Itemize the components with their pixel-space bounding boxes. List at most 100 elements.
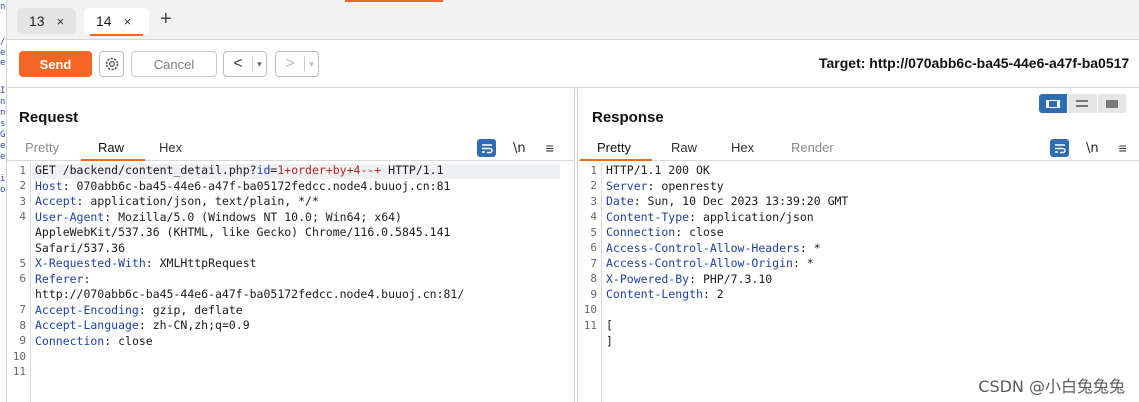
header-key: Content-Length xyxy=(606,287,703,301)
back-button[interactable]: < ▾ xyxy=(223,51,267,77)
header-key: Accept-Encoding xyxy=(35,302,139,317)
tab-pretty[interactable]: Pretty xyxy=(597,140,631,155)
single-view-button[interactable] xyxy=(1097,94,1126,113)
header-line: Connection: close xyxy=(35,334,153,350)
header-line: Accept: application/json, text/plain, */… xyxy=(35,194,319,210)
tab-render[interactable]: Render xyxy=(791,140,834,155)
line-number: 1 xyxy=(590,164,597,177)
tab-pretty[interactable]: Pretty xyxy=(25,140,59,155)
header-line: Content-Type: application/json xyxy=(606,210,814,226)
tab-hex[interactable]: Hex xyxy=(731,140,754,155)
adjacent-pane-edge: n / e e I n n s G e e i o xyxy=(0,0,7,402)
tab-13[interactable]: 13 × xyxy=(17,8,76,34)
active-tab-indicator xyxy=(90,34,143,36)
settings-button[interactable] xyxy=(99,51,124,77)
request-tab-bar: 13 × 14 × + xyxy=(7,0,1139,40)
header-value: : * xyxy=(799,240,821,255)
request-title: Request xyxy=(19,109,79,126)
line-number: 8 xyxy=(19,319,26,332)
header-line: X-Powered-By: PHP/7.3.10 xyxy=(606,272,772,288)
menu-icon[interactable]: ≡ xyxy=(1119,140,1127,156)
request-editor-tools: \n ≡ xyxy=(477,137,554,159)
horizontal-view-button[interactable] xyxy=(1068,94,1097,113)
status-line: HTTP/1.1 200 OK xyxy=(606,163,710,177)
header-value: : XMLHttpRequest xyxy=(145,256,257,270)
response-title: Response xyxy=(592,109,664,126)
gear-icon xyxy=(105,57,118,71)
header-line: Access-Control-Allow-Origin: * xyxy=(606,256,814,272)
header-key: Access-Control-Allow-Headers xyxy=(606,240,800,255)
request-path: GET /backend/content_detail.php? xyxy=(35,163,257,177)
header-line: Referer: xyxy=(35,272,90,288)
tab-14[interactable]: 14 × xyxy=(84,8,149,36)
line-number: 11 xyxy=(12,365,26,378)
header-key: Access-Control-Allow-Origin xyxy=(606,256,793,270)
header-value: : 2 xyxy=(702,287,724,301)
tab-label: 13 xyxy=(29,13,45,29)
header-value: : gzip, deflate xyxy=(138,302,243,317)
response-panel: Response Pretty Raw Hex Render \n ≡ 1 2 … xyxy=(577,89,1139,402)
header-key: User-Agent xyxy=(35,209,105,224)
header-continuation: AppleWebKit/537.36 (KHTML, like Gecko) C… xyxy=(35,225,451,239)
chevron-down-icon[interactable]: ▾ xyxy=(304,56,318,72)
request-editor[interactable]: 1 2 3 4 5 6 7 8 9 10 11 GET /backend/con… xyxy=(7,163,574,402)
wrap-lines-icon[interactable] xyxy=(477,139,496,157)
response-editor-tools: \n ≡ xyxy=(1050,137,1127,159)
menu-icon[interactable]: ≡ xyxy=(546,140,554,156)
header-line: Server: openresty xyxy=(606,179,724,195)
newline-icon[interactable]: \n xyxy=(1086,141,1099,156)
param-name: id xyxy=(256,163,271,177)
split-view-button[interactable] xyxy=(1039,94,1068,113)
request-panel: Request Pretty Raw Hex \n ≡ 1 2 3 4 5 6 … xyxy=(7,89,575,402)
single-view-icon xyxy=(1105,99,1118,108)
header-key: Accept xyxy=(35,194,77,208)
add-tab-icon[interactable]: + xyxy=(160,8,172,31)
header-key: Server xyxy=(606,178,648,193)
header-key: Connection xyxy=(606,225,676,239)
header-value: : zh-CN,zh;q=0.9 xyxy=(138,318,250,332)
header-value: : Sun, 10 Dec 2023 13:39:20 GMT xyxy=(633,194,849,208)
header-key: Host xyxy=(35,178,63,193)
wrap-lines-icon[interactable] xyxy=(1050,139,1069,157)
header-line: Date: Sun, 10 Dec 2023 13:39:20 GMT xyxy=(606,194,848,210)
forward-button[interactable]: > ▾ xyxy=(275,51,319,77)
cancel-button[interactable]: Cancel xyxy=(131,51,217,77)
line-number: 7 xyxy=(590,257,597,270)
header-value: : application/json xyxy=(689,209,814,224)
line-number: 10 xyxy=(583,303,597,316)
header-key: Accept-Language xyxy=(35,318,139,332)
active-tab-indicator xyxy=(81,159,145,161)
line-number: 9 xyxy=(590,288,597,301)
close-icon[interactable]: × xyxy=(124,14,132,29)
header-continuation: Safari/537.36 xyxy=(35,240,126,255)
response-editor[interactable]: 1 2 3 4 5 6 7 8 9 10 11 HTTP/1.1 200 OK … xyxy=(578,163,1139,402)
header-value: : close xyxy=(104,333,153,348)
body-close: ] xyxy=(606,333,613,348)
header-line: Accept-Language: zh-CN,zh;q=0.9 xyxy=(35,318,250,334)
response-view-tabs: Pretty Raw Hex Render \n ≡ xyxy=(578,137,1139,161)
newline-icon[interactable]: \n xyxy=(513,141,526,156)
send-button[interactable]: Send xyxy=(19,51,92,77)
header-value: : Mozilla/5.0 (Windows NT 10.0; Win64; x… xyxy=(104,209,402,224)
close-icon[interactable]: × xyxy=(57,14,65,29)
tab-raw[interactable]: Raw xyxy=(671,140,697,155)
chevron-down-icon[interactable]: ▾ xyxy=(252,56,266,72)
tab-hex[interactable]: Hex xyxy=(159,140,182,155)
line-number: 4 xyxy=(590,210,597,223)
header-key: Referer xyxy=(35,271,84,286)
header-continuation: http://070abb6c-ba45-44e6-a47f-ba05172fe… xyxy=(35,287,465,301)
line-number: 1 xyxy=(19,164,26,177)
line-gutter: 1 2 3 4 5 6 7 8 9 10 11 xyxy=(7,163,31,402)
header-line: Host: 070abb6c-ba45-44e6-a47f-ba05172fed… xyxy=(35,179,450,195)
chevron-right-icon: > xyxy=(285,55,295,72)
http-version: HTTP/1.1 xyxy=(381,163,444,177)
line-number: 5 xyxy=(590,226,597,239)
split-view-icon xyxy=(1046,99,1061,108)
request-view-tabs: Pretty Raw Hex \n ≡ xyxy=(7,137,574,161)
header-value: : close xyxy=(675,225,724,239)
param-value: 1+order+by+4--+ xyxy=(277,163,382,177)
request-line: GET /backend/content_detail.php?id=1+ord… xyxy=(35,163,444,179)
line-number: 9 xyxy=(19,334,26,347)
tab-raw[interactable]: Raw xyxy=(98,140,124,155)
target-url[interactable]: Target: http://070abb6c-ba45-44e6-a47f-b… xyxy=(819,55,1129,71)
